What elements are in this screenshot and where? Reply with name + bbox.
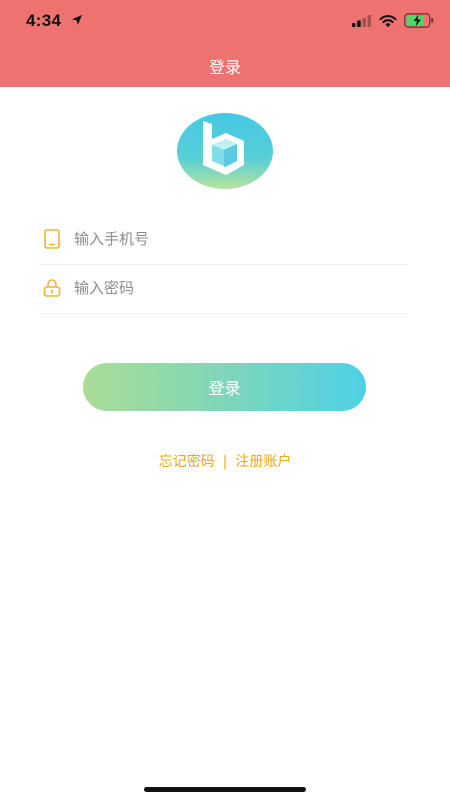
login-button[interactable]: 登录: [83, 363, 366, 411]
phone-input[interactable]: [74, 225, 394, 253]
wifi-icon: [379, 15, 397, 28]
header: 4:34 登录: [0, 0, 450, 87]
password-row: [40, 264, 408, 314]
status-bar: 4:34: [0, 0, 450, 44]
phone-icon: [44, 229, 60, 249]
forgot-password-link[interactable]: 忘记密码: [159, 454, 215, 470]
location-arrow-icon: [72, 15, 82, 25]
status-time: 4:34: [26, 11, 62, 30]
register-link[interactable]: 注册账户: [235, 454, 291, 470]
login-screen: 4:34 登录 输入手机号 登录 忘记密码 | 注册账户: [0, 0, 450, 800]
password-input[interactable]: [74, 274, 394, 302]
lock-icon: [43, 279, 61, 297]
battery-charging-icon: [404, 13, 434, 28]
page-title: 登录: [208, 58, 241, 77]
phone-row: [40, 215, 408, 265]
account-links: 忘记密码 | 注册账户: [0, 451, 450, 471]
home-indicator: [144, 787, 306, 792]
cellular-signal-icon: [352, 15, 372, 27]
link-separator: |: [222, 454, 228, 470]
app-logo: [177, 113, 273, 189]
